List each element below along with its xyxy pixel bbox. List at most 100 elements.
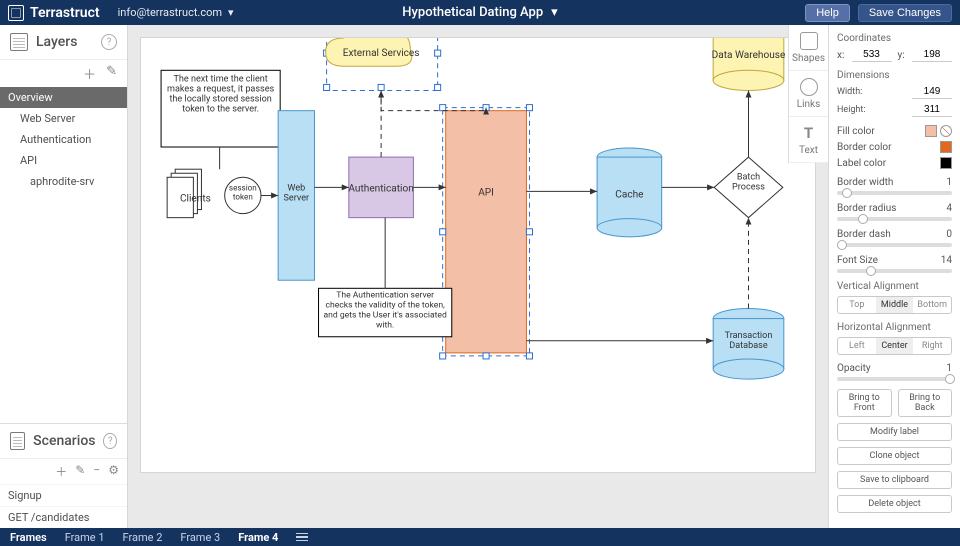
layers-tree: Overview Web Server Authentication API a… — [0, 87, 127, 255]
settings-scenario-button[interactable]: ⚙ — [108, 463, 119, 480]
y-input[interactable] — [912, 48, 952, 62]
canvas-column: The next time the client makes a request… — [128, 25, 828, 528]
bw-slider[interactable] — [837, 191, 952, 195]
fill-swatch[interactable] — [925, 125, 937, 137]
tree-node-webserver[interactable]: Web Server — [0, 108, 127, 129]
cache-label: Cache — [615, 189, 643, 200]
bd-title: Border dash — [837, 229, 891, 240]
bw-title: Border width — [837, 177, 893, 188]
chevron-down-icon: ▾ — [228, 6, 234, 19]
user-menu[interactable]: info@terrastruct.com ▾ — [118, 6, 234, 19]
scenario-list: Signup GET /candidates — [0, 484, 127, 528]
scenarios-panel: Scenarios ? ＋ ✎ − ⚙ Signup GET /candidat… — [0, 423, 127, 528]
canvas-wrap: The next time the client makes a request… — [128, 25, 828, 528]
border-label: Border color — [837, 142, 892, 153]
fill-label: Fill color — [837, 126, 875, 137]
left-sidebar: Layers ? ＋ ✎ Overview Web Server Authent… — [0, 25, 128, 528]
brand-name: Terrastruct — [30, 5, 100, 21]
session-token-label: session token — [226, 183, 260, 201]
coords-title: Coordinates — [837, 33, 952, 44]
links-icon — [800, 78, 818, 96]
layers-title: Layers — [36, 34, 77, 50]
br-slider[interactable] — [837, 217, 952, 221]
text-tool[interactable]: TText — [789, 117, 828, 163]
scenario-item-candidates[interactable]: GET /candidates — [0, 506, 127, 528]
scenario-item-signup[interactable]: Signup — [0, 484, 127, 506]
web-server-label: Web Server — [278, 183, 314, 203]
op-slider[interactable] — [837, 377, 952, 381]
br-title: Border radius — [837, 203, 896, 214]
help-button[interactable]: Help — [805, 4, 850, 22]
help-icon[interactable]: ? — [103, 433, 117, 449]
fs-val: 14 — [941, 255, 952, 266]
frame-tab-4[interactable]: Frame 4 — [238, 531, 278, 544]
txdb-label: Transaction Database — [717, 331, 780, 351]
op-val: 1 — [946, 363, 952, 374]
tree-node-auth[interactable]: Authentication — [0, 129, 127, 150]
bring-front-button[interactable]: Bring to Front — [837, 389, 892, 417]
frame-tab-1[interactable]: Frame 1 — [65, 531, 105, 544]
frames-menu-icon[interactable] — [296, 533, 308, 542]
edit-scenario-button[interactable]: ✎ — [75, 463, 85, 480]
width-label: Width: — [837, 87, 906, 97]
bd-slider[interactable] — [837, 243, 952, 247]
auth-label: Authentication — [348, 183, 413, 194]
app-title-menu[interactable]: Hypothetical Dating App ▾ — [402, 5, 557, 20]
logo-icon — [8, 5, 24, 21]
x-input[interactable] — [852, 48, 892, 62]
ext-services-label: External Services — [343, 48, 420, 59]
chevron-down-icon: ▾ — [551, 5, 558, 20]
links-tool[interactable]: Links — [789, 71, 828, 117]
tree-node-overview[interactable]: Overview — [0, 87, 127, 108]
va-segment[interactable]: TopMiddleBottom — [837, 296, 952, 314]
frame-tab-2[interactable]: Frame 2 — [123, 531, 163, 544]
frame-tab-3[interactable]: Frame 3 — [180, 531, 220, 544]
clients-label: Clients — [180, 194, 211, 205]
op-title: Opacity — [837, 363, 871, 374]
tree-node-api[interactable]: API — [0, 150, 127, 171]
save-clipboard-button[interactable]: Save to clipboard — [837, 471, 952, 489]
border-swatch[interactable] — [940, 141, 952, 153]
tree-node-aphrodite[interactable]: aphrodite-srv — [0, 171, 127, 192]
add-layer-button[interactable]: ＋ — [83, 64, 96, 83]
text-icon: T — [800, 124, 818, 142]
save-button[interactable]: Save Changes — [858, 4, 952, 22]
clone-button[interactable]: Clone object — [837, 447, 952, 465]
y-label: y: — [898, 50, 907, 61]
height-input[interactable] — [912, 103, 952, 117]
fs-slider[interactable] — [837, 269, 952, 273]
labelcolor-label: Label color — [837, 158, 886, 169]
br-val: 4 — [946, 203, 952, 214]
note-auth: The Authentication server checks the val… — [323, 290, 448, 330]
bw-val: 1 — [946, 177, 952, 188]
modify-label-button[interactable]: Modify label — [837, 423, 952, 441]
user-email: info@terrastruct.com — [118, 6, 222, 19]
va-title: Vertical Alignment — [837, 281, 952, 292]
ha-title: Horizontal Alignment — [837, 322, 952, 333]
height-label: Height: — [837, 105, 906, 115]
help-icon[interactable]: ? — [101, 34, 117, 50]
batch-label: Batch Process — [722, 172, 774, 192]
bring-back-button[interactable]: Bring to Back — [898, 389, 953, 417]
x-label: x: — [837, 50, 846, 61]
layers-header: Layers ? — [0, 25, 127, 60]
delete-button[interactable]: Delete object — [837, 495, 952, 513]
edit-layer-button[interactable]: ✎ — [106, 64, 117, 83]
label-swatch[interactable] — [940, 157, 952, 169]
remove-scenario-button[interactable]: − — [93, 463, 100, 480]
dim-title: Dimensions — [837, 70, 952, 81]
fill-none-icon[interactable] — [940, 125, 952, 137]
fs-title: Font Size — [837, 255, 878, 266]
add-scenario-button[interactable]: ＋ — [55, 463, 67, 480]
ha-segment[interactable]: LeftCenterRight — [837, 337, 952, 355]
app-title: Hypothetical Dating App — [402, 5, 543, 20]
shapes-tool[interactable]: Shapes — [789, 25, 828, 71]
note-client: The next time the client makes a request… — [165, 74, 276, 114]
shapes-icon — [800, 32, 818, 50]
brand: Terrastruct — [8, 5, 100, 21]
frames-bar: Frames Frame 1 Frame 2 Frame 3 Frame 4 — [0, 528, 960, 546]
width-input[interactable] — [912, 85, 952, 99]
canvas[interactable]: The next time the client makes a request… — [140, 37, 816, 473]
bd-val: 0 — [946, 229, 952, 240]
data-warehouse-label: Data Warehouse — [712, 50, 786, 61]
